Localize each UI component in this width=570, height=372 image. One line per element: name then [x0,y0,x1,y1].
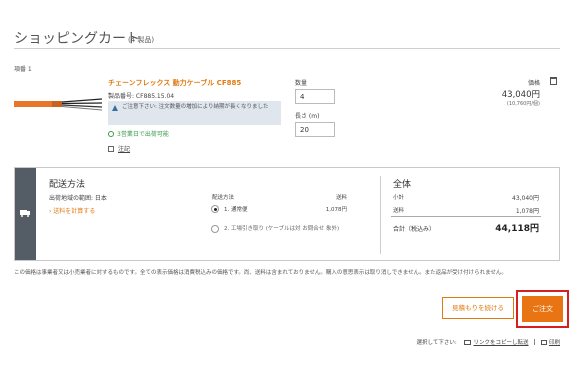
subtotal-label: 小計 [393,195,405,201]
item-number-label: 項番 1 [14,66,32,73]
lead-time-notice-text: ご注意下さい: 注文数量の増加により納期が長くなりました [122,104,269,110]
shipping-option-pickup-label: 2. 工場引き取り (ケーブルは対 お問合せ 象外) [224,226,340,232]
note-link-label: 注記 [118,146,131,153]
print-link[interactable]: 印刷 [549,340,560,346]
calculate-shipping-link[interactable]: › 送料を計算する [49,206,95,215]
mail-icon [464,340,472,345]
continue-quote-button[interactable]: 見積もりを続ける [442,297,514,319]
select-label: 選択して下さい: [416,340,457,346]
totals-shipping-label: 送料 [393,208,405,214]
clock-icon [108,131,114,137]
grand-total-value: 44,118円 [495,224,539,234]
product-count: (4 製品) [128,36,155,44]
price-disclaimer: この価格は事業者又は小売業者に対するものです。全ての表示価格は消費税込みの価格で… [14,270,507,276]
footer-separator [534,339,536,345]
footer-actions: 選択して下さい: リンクをコピーし転送 印刷 [380,338,560,346]
panel-divider [380,176,381,254]
lead-time-notice: ご注意下さい: 注文数量の増加により納期が長くなりました [108,101,281,125]
shipping-summary-panel: 配送方法 出荷地域の範囲: 日本 › 送料を計算する 配送方法 送料 1. 通常… [14,167,560,261]
totals-title: 全体 [393,180,412,190]
shipping-side-bar [15,168,36,260]
length-label: 長さ (m) [295,113,320,120]
shipping-region: 出荷地域の範囲: 日本 [49,195,107,202]
cable-product-image [14,98,102,111]
copy-link[interactable]: リンクをコピーし転送 [473,340,528,346]
item-price: 43,040円 [501,90,540,100]
shipping-option-standard-label: 1. 通常便 [224,207,248,213]
memo-icon [108,146,114,152]
ship-availability: 3営業日で出荷可能 [108,129,169,138]
shipping-title: 配送方法 [49,180,86,190]
note-link[interactable]: 注記 [108,144,130,153]
ship-availability-text: 3営業日で出荷可能 [117,131,169,138]
quantity-input[interactable] [295,89,335,104]
order-button[interactable]: ご注文 [522,296,563,322]
shipping-option-standard-radio[interactable] [211,205,219,213]
unit-price: (10,760円/個) [506,101,540,107]
shipping-option-pickup-radio[interactable] [211,225,219,233]
shipping-fee-label: 送料 [335,195,347,201]
page-title-row: ショッピングカート (4 製品) [14,27,560,49]
shipping-method-label: 配送方法 [212,195,235,201]
page-title: ショッピングカート [14,31,140,47]
quantity-label: 数量 [295,80,308,87]
product-name-link[interactable]: チェーンフレックス 動力ケーブル CF885 [108,78,241,88]
length-input[interactable] [295,122,335,137]
totals-shipping-value: 1,078円 [515,208,539,215]
printer-icon [540,340,547,345]
trash-icon[interactable] [550,77,557,85]
grand-total-label: 合計（税込み） [393,226,436,233]
product-code: 製品番号: CF885.15.04 [108,93,175,100]
price-label: 価格 [527,80,540,87]
warning-icon [112,105,118,111]
totals-divider [391,216,541,217]
shipping-option-standard-fee: 1,078円 [325,207,347,213]
truck-icon [20,210,30,217]
subtotal-value: 43,040円 [512,195,539,202]
